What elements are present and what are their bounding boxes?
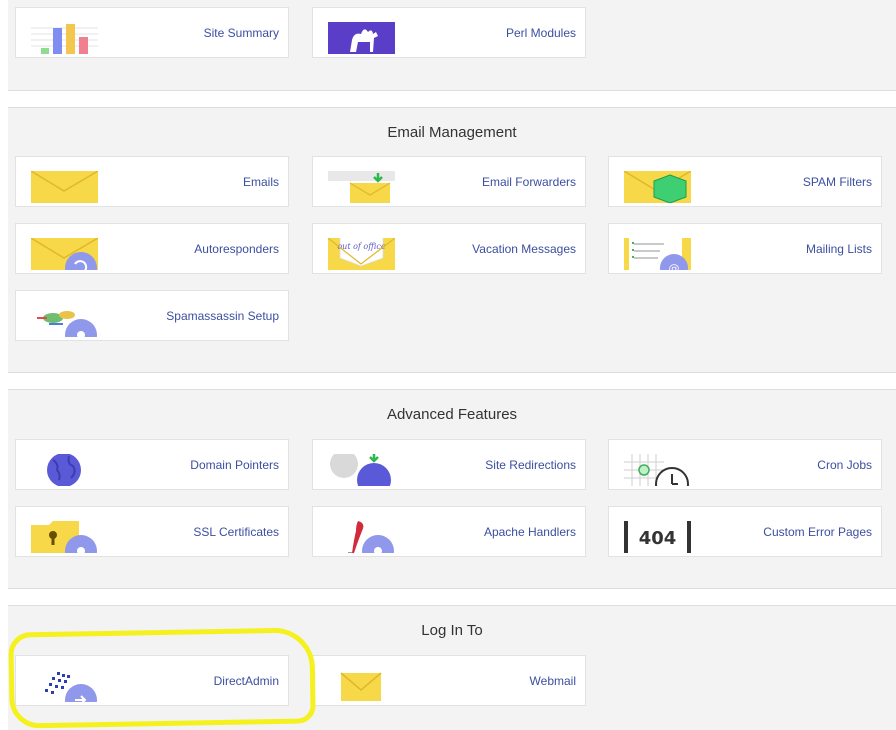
ssl-certificates-card[interactable]: SSL Certificates <box>15 506 289 557</box>
spam-shield-icon <box>624 171 691 203</box>
cron-clock-icon <box>624 454 691 486</box>
emails-card[interactable]: Emails <box>15 156 289 207</box>
spamassassin-setup-card[interactable]: Spamassassin Setup <box>15 290 289 341</box>
email-forwarders-label: Email Forwarders <box>481 175 576 189</box>
log-in-to-panel: Log In To DirectAdmin Webmail <box>8 605 896 730</box>
directadmin-label: DirectAdmin <box>213 674 279 688</box>
ssl-folder-icon <box>31 521 98 553</box>
autoresponders-label: Autoresponders <box>194 242 279 256</box>
apache-feather-icon <box>328 521 395 553</box>
email-management-panel: Email Management Emails Email Forwarders… <box>8 107 896 373</box>
email-management-title: Email Management <box>387 124 517 141</box>
spamassassin-setup-label: Spamassassin Setup <box>166 309 279 323</box>
error-404-icon: 404 <box>624 521 691 553</box>
domain-pointers-card[interactable]: Domain Pointers <box>15 439 289 490</box>
error-404-thumb-text: 404 <box>639 528 677 549</box>
spam-filters-label: SPAM Filters <box>802 175 872 189</box>
site-redirections-card[interactable]: Site Redirections <box>312 439 586 490</box>
autoresponders-card[interactable]: Autoresponders <box>15 223 289 274</box>
site-summary-label: Site Summary <box>203 26 279 40</box>
envelope-icon <box>31 171 98 203</box>
vacation-messages-card[interactable]: out of office Vacation Messages <box>312 223 586 274</box>
perl-modules-label: Perl Modules <box>505 26 576 40</box>
cron-jobs-label: Cron Jobs <box>817 458 872 472</box>
perl-modules-card[interactable]: Perl Modules <box>312 7 586 58</box>
ssl-certificates-label: SSL Certificates <box>193 525 279 539</box>
custom-error-pages-label: Custom Error Pages <box>763 525 872 539</box>
emails-label: Emails <box>242 175 279 189</box>
custom-error-pages-card[interactable]: 404 Custom Error Pages <box>608 506 882 557</box>
autoresponder-icon <box>31 238 98 270</box>
mailing-lists-card[interactable]: @ Mailing Lists <box>608 223 882 274</box>
directadmin-icon <box>31 670 98 702</box>
redirect-globe-icon <box>328 454 395 486</box>
vacation-message-icon: out of office <box>328 238 395 270</box>
svg-text:@: @ <box>669 262 680 270</box>
apache-handlers-label: Apache Handlers <box>483 525 576 539</box>
vacation-thumb-text: out of office <box>337 242 386 251</box>
webmail-envelope-icon <box>328 670 395 702</box>
site-summary-card[interactable]: Site Summary <box>15 7 289 58</box>
spam-filters-card[interactable]: SPAM Filters <box>608 156 882 207</box>
email-forwarders-card[interactable]: Email Forwarders <box>312 156 586 207</box>
site-redirections-label: Site Redirections <box>485 458 576 472</box>
apache-handlers-card[interactable]: Apache Handlers <box>312 506 586 557</box>
email-forward-icon <box>328 171 395 203</box>
top-tools-panel: Site Summary Perl Modules <box>8 0 896 91</box>
mailing-lists-label: Mailing Lists <box>805 242 872 256</box>
webmail-label: Webmail <box>529 674 576 688</box>
log-in-to-title: Log In To <box>421 622 483 639</box>
perl-camel-icon <box>328 22 395 54</box>
advanced-features-panel: Advanced Features Domain Pointers Site R… <box>8 389 896 589</box>
spamassassin-icon <box>31 305 98 337</box>
cron-jobs-card[interactable]: Cron Jobs <box>608 439 882 490</box>
mailing-list-icon: @ <box>624 238 691 270</box>
vacation-messages-label: Vacation Messages <box>472 242 576 256</box>
advanced-features-title: Advanced Features <box>386 406 518 423</box>
directadmin-card[interactable]: DirectAdmin <box>15 655 289 706</box>
site-summary-icon <box>31 22 98 54</box>
webmail-card[interactable]: Webmail <box>312 655 586 706</box>
globe-icon <box>31 454 98 486</box>
domain-pointers-label: Domain Pointers <box>190 458 279 472</box>
